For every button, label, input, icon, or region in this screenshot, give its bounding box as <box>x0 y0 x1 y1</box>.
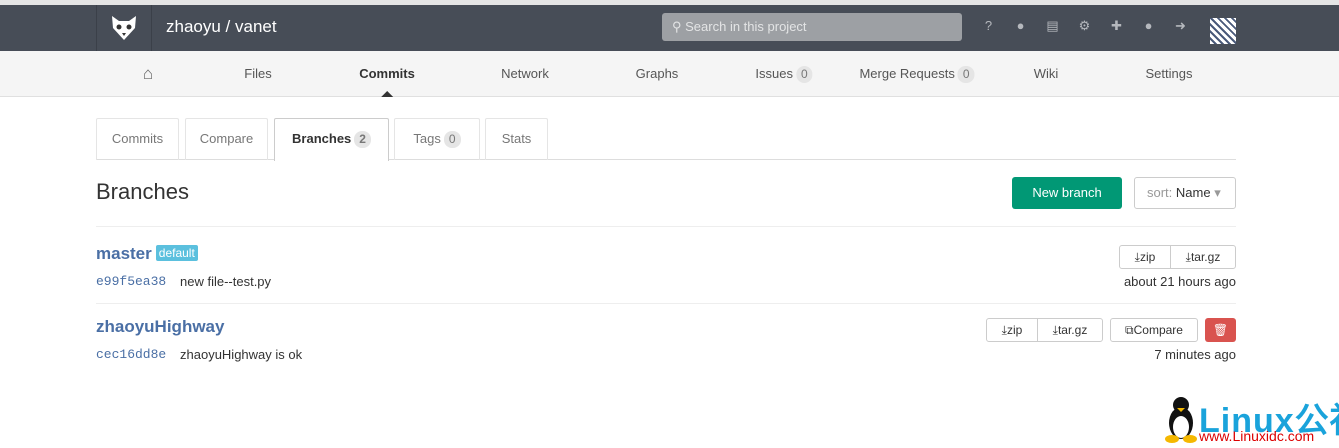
commit-time: about 21 hours ago <box>1123 274 1236 289</box>
sort-value: Name <box>1175 185 1211 200</box>
tab-commits[interactable]: Commits <box>96 118 179 160</box>
branch-name-link[interactable]: zhaoyuHighway <box>96 317 224 337</box>
commit-message: zhaoyuHighway is ok <box>180 347 303 362</box>
nav-files[interactable]: Files <box>244 51 271 97</box>
tab-compare[interactable]: Compare <box>185 118 268 160</box>
search-icon: ⚲ <box>672 19 686 34</box>
commit-sha-link[interactable]: cec16dd8e <box>96 347 166 362</box>
project-title[interactable]: zhaoyu / vanet <box>166 17 277 37</box>
tab-tags[interactable]: Tags 0 <box>394 118 480 160</box>
commit-time: 7 minutes ago <box>1154 347 1236 362</box>
download-targz-button[interactable]: ⤓tar.gz <box>1170 245 1236 269</box>
nav-home-icon[interactable]: ⌂ <box>143 51 153 97</box>
commit-message: new file--test.py <box>180 274 272 289</box>
delete-branch-button[interactable]: 🗑 <box>1205 318 1236 342</box>
tab-tags-label: Tags <box>413 131 441 146</box>
download-targz-button[interactable]: ⤓tar.gz <box>1037 318 1103 342</box>
targz-label: tar.gz <box>1190 250 1221 264</box>
nav-graphs[interactable]: Graphs <box>636 51 679 97</box>
globe-icon[interactable]: ● <box>1012 18 1029 34</box>
branch-name-link[interactable]: master <box>96 244 152 263</box>
nav-issues-label: Issues <box>755 66 793 81</box>
zip-label: zip <box>1139 250 1156 264</box>
commit-sha-link[interactable]: e99f5ea38 <box>96 274 166 289</box>
compare-label: Compare <box>1133 323 1183 337</box>
trash-icon: 🗑 <box>1212 323 1229 337</box>
commits-subtabs: Commits Compare Branches 2 Tags 0 Stats <box>96 118 1236 161</box>
compare-button[interactable]: ⧉Compare <box>1110 318 1198 342</box>
watermark-url: www.Linuxidc.com <box>1199 428 1315 444</box>
zip-label: zip <box>1006 323 1023 337</box>
tags-count: 0 <box>443 131 461 148</box>
nav-merge-requests[interactable]: Merge Requests 0 <box>859 51 975 97</box>
nav-wiki[interactable]: Wiki <box>1034 51 1059 97</box>
tab-stats[interactable]: Stats <box>485 118 548 160</box>
download-zip-button[interactable]: ⤓zip <box>1119 245 1171 269</box>
sort-dropdown[interactable]: sort: Name ▾ <box>1134 177 1236 209</box>
new-project-plus-icon[interactable]: ✚ <box>1108 18 1125 34</box>
mr-count: 0 <box>957 66 975 83</box>
tab-branches-label: Branches <box>292 131 352 146</box>
logout-icon[interactable]: ➜ <box>1172 18 1189 34</box>
profile-user-icon[interactable]: ● <box>1140 18 1157 34</box>
new-branch-button[interactable]: New branch <box>1012 177 1122 209</box>
nav-settings[interactable]: Settings <box>1146 51 1193 97</box>
branches-count: 2 <box>354 131 371 148</box>
top-header: zhaoyu / vanet ⚲ Search in this project … <box>0 5 1339 51</box>
nav-commits[interactable]: Commits <box>359 51 415 97</box>
gitlab-logo[interactable] <box>96 5 152 51</box>
sort-label: sort: <box>1147 185 1173 200</box>
divider <box>96 226 1236 227</box>
linuxidc-watermark: Linux公社 www.Linuxidc.com <box>1165 395 1339 448</box>
nav-network[interactable]: Network <box>501 51 549 97</box>
help-icon[interactable]: ? <box>980 18 997 34</box>
search-placeholder: Search in this project <box>685 19 807 34</box>
targz-label: tar.gz <box>1057 323 1088 337</box>
search-input[interactable]: ⚲ Search in this project <box>662 13 962 41</box>
download-zip-button[interactable]: ⤓zip <box>986 318 1038 342</box>
branch-row-master: master default <box>96 244 198 264</box>
default-badge: default <box>155 245 198 261</box>
user-avatar[interactable] <box>1210 18 1236 44</box>
tux-penguin-icon <box>1165 397 1197 443</box>
caret-down-icon: ▾ <box>1214 185 1221 200</box>
snippets-icon[interactable]: ▤ <box>1044 18 1061 34</box>
issues-count: 0 <box>795 66 813 83</box>
fox-logo-icon <box>112 16 136 40</box>
compare-copy-icon: ⧉ <box>1125 323 1134 337</box>
nav-issues[interactable]: Issues 0 <box>755 51 813 97</box>
nav-mr-label: Merge Requests <box>859 66 955 81</box>
project-nav: ⌂ Files Commits Network Graphs Issues 0 M… <box>0 51 1339 97</box>
admin-gear-icon[interactable]: ⚙ <box>1076 18 1093 34</box>
divider <box>96 303 1236 304</box>
page-title: Branches <box>96 179 189 204</box>
tab-branches[interactable]: Branches 2 <box>274 118 389 161</box>
